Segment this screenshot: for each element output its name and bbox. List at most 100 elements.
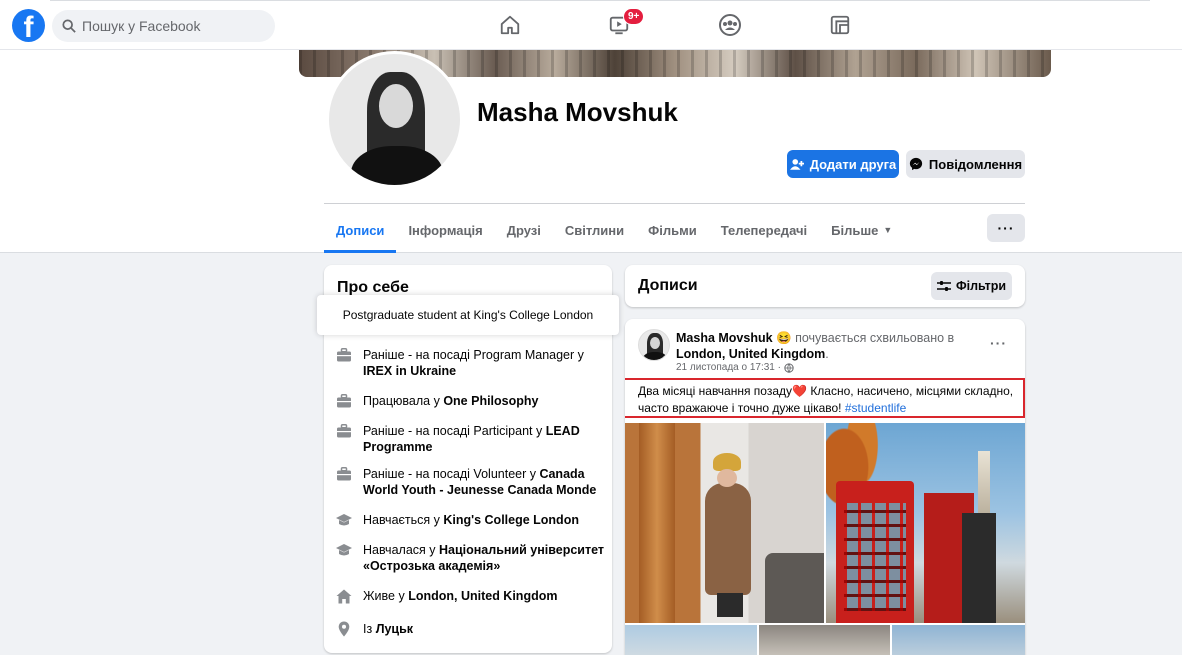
intro-item-link[interactable]: London, United Kingdom bbox=[408, 589, 557, 603]
post-photo-5[interactable] bbox=[892, 625, 1025, 655]
profile-header: Masha Movshuk Додати друга Повідомлення … bbox=[0, 50, 1182, 253]
groups-icon[interactable] bbox=[717, 12, 743, 38]
post-feeling-text: почувається схвильовано в bbox=[791, 331, 955, 345]
filters-button[interactable]: Фільтри bbox=[931, 272, 1012, 300]
briefcase-icon bbox=[335, 393, 353, 409]
intro-item-residence: Живе у London, United Kingdom bbox=[335, 588, 605, 604]
intro-item-text: Працювала у One Philosophy bbox=[363, 394, 539, 408]
search-box[interactable] bbox=[52, 10, 275, 42]
briefcase-icon bbox=[335, 347, 353, 363]
intro-item-link[interactable]: IREX in Ukraine bbox=[363, 364, 456, 378]
post-photo-3[interactable] bbox=[625, 625, 757, 655]
post-photo-4[interactable] bbox=[759, 625, 890, 655]
home-icon[interactable] bbox=[497, 12, 523, 38]
intro-item-text: Із Луцьк bbox=[363, 622, 414, 636]
photo-person-face bbox=[717, 469, 737, 487]
post-location-suffix: . bbox=[825, 347, 829, 361]
avatar-body bbox=[643, 352, 667, 360]
header-divider bbox=[324, 203, 1025, 204]
tab-movies[interactable]: Фільми bbox=[636, 207, 709, 253]
intro-item-link[interactable]: King's College London bbox=[443, 513, 579, 527]
topbar-edge-line bbox=[50, 0, 1150, 4]
photo-church-spire bbox=[978, 451, 990, 513]
post-card: Masha Movshuk 😆 почувається схвильовано … bbox=[625, 319, 1025, 655]
globe-icon bbox=[784, 362, 794, 373]
briefcase-icon bbox=[335, 423, 353, 439]
briefcase-icon bbox=[335, 466, 353, 482]
search-icon bbox=[62, 19, 76, 33]
post-meta: 21 листопада о 17:31 · bbox=[676, 362, 794, 373]
post-location-link[interactable]: London, United Kingdom bbox=[676, 347, 825, 361]
message-label: Повідомлення bbox=[928, 156, 1023, 172]
post-header-line: Masha Movshuk 😆 почувається схвильовано … bbox=[676, 330, 994, 362]
intro-card: Про себе Postgraduate student at King's … bbox=[317, 265, 619, 653]
post-timestamp[interactable]: 21 листопада о 17:31 · bbox=[676, 362, 781, 373]
add-friend-button[interactable]: Додати друга bbox=[787, 150, 899, 178]
post-options-button[interactable]: ··· bbox=[990, 335, 1007, 351]
intro-item-text: Навчається у King's College London bbox=[363, 513, 579, 527]
photo-red-phone-booth bbox=[836, 481, 914, 623]
intro-item-education: Навчається у King's College London bbox=[335, 512, 605, 528]
intro-item-work: Раніше - на посаді Volunteer у Canada Wo… bbox=[335, 466, 605, 498]
tab-posts[interactable]: Дописи bbox=[324, 207, 397, 253]
post-author-name[interactable]: Masha Movshuk bbox=[676, 331, 773, 345]
profile-name: Masha Movshuk bbox=[477, 97, 678, 127]
intro-item-text: Раніше - на посаді Volunteer у Canada Wo… bbox=[363, 467, 597, 497]
top-navigation-bar: f 9+ bbox=[0, 0, 1182, 50]
notification-badge: 9+ bbox=[623, 8, 645, 25]
profile-avatar[interactable] bbox=[326, 51, 463, 188]
home-icon bbox=[335, 588, 353, 604]
post-photo-1[interactable] bbox=[625, 423, 824, 623]
graduation-cap-icon bbox=[335, 512, 353, 528]
booth-windows bbox=[844, 503, 906, 611]
post-author-avatar[interactable] bbox=[638, 329, 670, 361]
intro-item-education: Навчалася у Національний університет «Ос… bbox=[335, 542, 605, 574]
graduation-cap-icon bbox=[335, 542, 353, 558]
photo-chair bbox=[765, 553, 824, 623]
posts-title: Дописи bbox=[638, 277, 698, 294]
tab-about[interactable]: Інформація bbox=[396, 207, 494, 253]
intro-item-work: Раніше - на посаді Participant у LEAD Pr… bbox=[335, 423, 605, 455]
heart-icon: ❤️ bbox=[792, 384, 807, 398]
photo-person-coat bbox=[705, 483, 751, 595]
filters-label: Фільтри bbox=[955, 279, 1007, 293]
feeling-emoji-icon: 😆 bbox=[776, 331, 792, 345]
caret-down-icon: ▼ bbox=[883, 225, 893, 235]
search-input[interactable] bbox=[82, 18, 262, 34]
photo-door bbox=[639, 423, 675, 623]
tab-more[interactable]: Більше ▼ bbox=[819, 207, 904, 253]
intro-item-hometown: Із Луцьк bbox=[335, 621, 605, 637]
gaming-icon[interactable] bbox=[827, 12, 853, 38]
intro-item-text: Раніше - на посаді Participant у LEAD Pr… bbox=[363, 424, 580, 454]
posts-header-card: Дописи Фільтри bbox=[625, 265, 1025, 307]
intro-item-link[interactable]: One Philosophy bbox=[443, 394, 538, 408]
profile-more-options-button[interactable]: ··· bbox=[987, 214, 1025, 242]
avatar-face bbox=[650, 337, 660, 349]
tab-more-label: Більше bbox=[831, 222, 879, 238]
intro-item-link[interactable]: Луцьк bbox=[376, 622, 413, 636]
photo-person-legs bbox=[717, 593, 743, 617]
photo-dark-phone-booth bbox=[962, 513, 996, 623]
hashtag-link[interactable]: #studentlife bbox=[845, 401, 906, 415]
post-text-part: Два місяці навчання позаду bbox=[638, 384, 793, 398]
post-photo-2[interactable] bbox=[826, 423, 1025, 623]
intro-item-text: Раніше - на посаді Program Manager у IRE… bbox=[363, 348, 584, 378]
location-pin-icon bbox=[335, 621, 353, 637]
filter-sliders-icon bbox=[936, 281, 951, 291]
intro-bio: Postgraduate student at King's College L… bbox=[317, 295, 619, 335]
add-user-icon bbox=[789, 158, 804, 170]
post-text: Два місяці навчання позаду❤️ Класно, нас… bbox=[625, 378, 1025, 418]
tab-tv-shows[interactable]: Телепередачі bbox=[709, 207, 819, 253]
tab-friends[interactable]: Друзі bbox=[495, 207, 553, 253]
facebook-logo-icon[interactable]: f bbox=[12, 9, 45, 42]
intro-item-text: Навчалася у Національний університет «Ос… bbox=[363, 543, 605, 573]
tab-photos[interactable]: Світлини bbox=[553, 207, 636, 253]
intro-item-work: Працювала у One Philosophy bbox=[335, 393, 605, 409]
message-button[interactable]: Повідомлення bbox=[906, 150, 1025, 178]
intro-item-work: Раніше - на посаді Program Manager у IRE… bbox=[335, 347, 605, 379]
profile-tabs: Дописи Інформація Друзі Світлини Фільми … bbox=[324, 207, 904, 253]
messenger-icon bbox=[909, 157, 923, 171]
avatar-face bbox=[379, 84, 413, 128]
add-friend-label: Додати друга bbox=[809, 156, 897, 172]
intro-item-text: Живе у London, United Kingdom bbox=[363, 589, 558, 603]
